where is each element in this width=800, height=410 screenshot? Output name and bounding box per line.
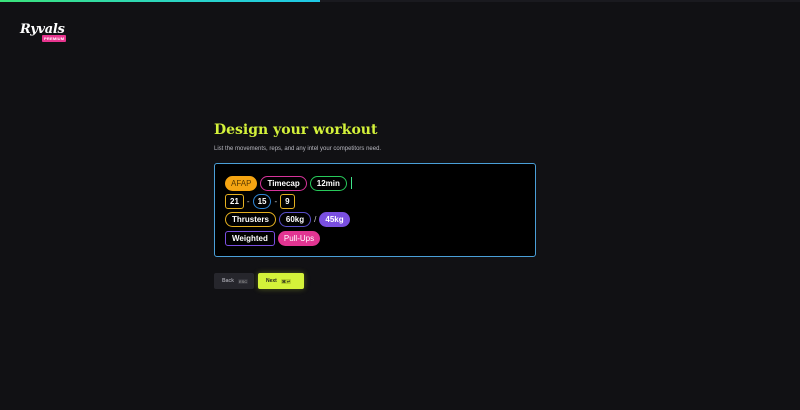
brand-logo[interactable]: Ryvals PREMIUM [20,22,67,44]
escape-key-hint: ESC [237,278,249,284]
workout-designer-page: Ryvals PREMIUM Design your workout List … [0,0,800,410]
rep-separator: - [246,196,250,206]
page-title: Design your workout [214,122,378,138]
editor-line-4: Weighted Pull-Ups [225,229,525,247]
next-button[interactable]: Next ⌘ ↵ [258,273,304,289]
token-timecap[interactable]: Timecap [260,175,307,191]
token-pull-ups[interactable]: Pull-Ups [277,230,321,246]
editor-line-2: 21 - 15 - 9 [225,192,525,210]
navigation-buttons: Back ESC Next ⌘ ↵ [214,273,304,289]
token-weighted[interactable]: Weighted [225,230,275,246]
token-rep-21[interactable]: 21 [225,193,244,209]
token-thrusters[interactable]: Thrusters [225,212,276,228]
workout-editor[interactable]: AFAP Timecap 12min 21 - 15 - 9 Thrusters… [214,163,536,257]
rep-separator: - [274,196,278,206]
token-weight-60kg[interactable]: 60kg [278,212,312,228]
next-button-label: Next [266,278,277,284]
weight-separator: / [314,215,317,225]
back-button-label: Back [222,278,234,284]
token-rep-9[interactable]: 9 [280,193,295,209]
progress-bar [0,0,800,2]
token-time[interactable]: 12min [309,175,347,191]
main-content: Design your workout List the movements, … [214,120,540,289]
brand-badge: PREMIUM [42,35,67,42]
back-button[interactable]: Back ESC [214,273,254,289]
token-rep-15[interactable]: 15 [252,193,272,209]
text-caret [350,177,352,189]
editor-line-3: Thrusters 60kg / 45kg [225,211,525,229]
enter-key-hint: ⌘ ↵ [280,278,292,284]
editor-line-1: AFAP Timecap 12min [225,174,525,192]
token-weight-45kg[interactable]: 45kg [319,212,350,228]
progress-bar-fill [0,0,320,2]
token-afap[interactable]: AFAP [225,175,258,191]
page-subtitle: List the movements, reps, and any intel … [214,146,382,152]
